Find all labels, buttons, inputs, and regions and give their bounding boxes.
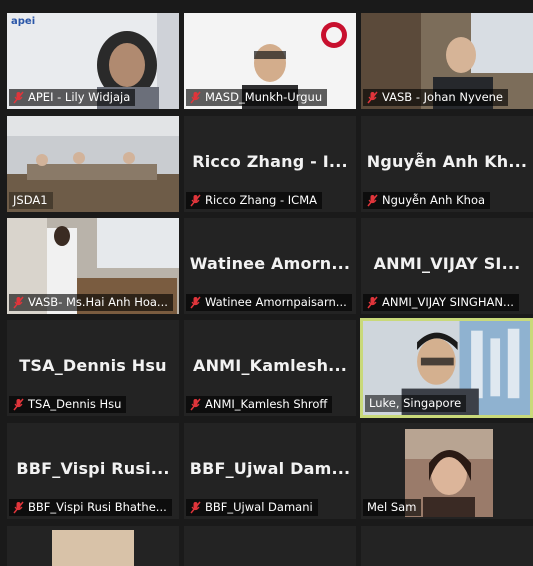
participant-name-label: Ricco Zhang - ICMA <box>186 192 322 209</box>
participant-name-label: Mel Sam <box>363 499 422 516</box>
participant-name: Watinee Amornpaisarn... <box>205 295 347 309</box>
participant-tile[interactable]: BBF_Ujwal Dam... BBF_Ujwal Damani <box>184 423 356 519</box>
mic-muted-icon <box>367 296 378 309</box>
participant-tile[interactable] <box>184 526 356 566</box>
active-speaker-tile[interactable]: Luke, Singapore <box>360 318 533 418</box>
participant-name-label: Luke, Singapore <box>365 395 467 412</box>
mic-muted-icon <box>13 398 24 411</box>
participant-tile[interactable]: JSDA1 <box>7 116 179 212</box>
participant-tile[interactable]: apei APEI - Lily Widjaja <box>7 13 179 109</box>
participant-name-label: APEI - Lily Widjaja <box>9 89 136 106</box>
apei-logo: apei <box>11 16 36 27</box>
participant-display-name: BBF_Ujwal Dam... <box>189 459 351 478</box>
participant-name: ANMI_VIJAY SINGHAN... <box>382 295 514 309</box>
participant-name: ANMI_Kamlesh Shroff <box>205 397 328 411</box>
participant-name-label: ANMI_VIJAY SINGHAN... <box>363 294 519 311</box>
mic-muted-icon <box>190 398 201 411</box>
participant-name-label: Watinee Amornpaisarn... <box>186 294 352 311</box>
participant-name-label: TSA_Dennis Hsu <box>9 396 127 413</box>
participant-name-label: VASB- Ms.Hai Anh Hoa... <box>9 294 173 311</box>
mic-muted-icon <box>190 91 201 104</box>
mic-muted-icon <box>190 296 201 309</box>
mic-muted-icon <box>13 91 24 104</box>
participant-display-name: ANMI_VIJAY SI... <box>373 254 521 273</box>
participant-name: VASB- Ms.Hai Anh Hoa... <box>28 295 168 309</box>
participant-video <box>7 526 179 566</box>
participant-display-name: Watinee Amorn... <box>189 254 351 273</box>
participant-tile[interactable]: VASB - Johan Nyvene <box>361 13 533 109</box>
participant-tile[interactable]: Mel Sam <box>361 423 533 519</box>
mic-muted-icon <box>190 194 201 207</box>
participant-tile[interactable]: ANMI_Kamlesh... ANMI_Kamlesh Shroff <box>184 320 356 416</box>
participant-name-label: Nguyễn Anh Khoa <box>363 192 491 209</box>
participant-name: BBF_Ujwal Damani <box>205 500 313 514</box>
participant-name: APEI - Lily Widjaja <box>28 90 131 104</box>
participant-name-label: ANMI_Kamlesh Shroff <box>186 396 333 413</box>
participant-tile[interactable]: Watinee Amorn... Watinee Amornpaisarn... <box>184 218 356 314</box>
participant-tile[interactable]: MASD_Munkh-Urguu <box>184 13 356 109</box>
mic-muted-icon <box>13 501 24 514</box>
participant-name: Luke, Singapore <box>369 396 462 410</box>
participant-name: TSA_Dennis Hsu <box>28 397 122 411</box>
participant-tile[interactable] <box>7 526 179 566</box>
participant-name: Nguyễn Anh Khoa <box>382 193 486 207</box>
participant-tile[interactable]: BBF_Vispi Rusi... BBF_Vispi Rusi Bhathe.… <box>7 423 179 519</box>
mic-muted-icon <box>13 296 24 309</box>
participant-tile[interactable]: Ricco Zhang - I... Ricco Zhang - ICMA <box>184 116 356 212</box>
participant-display-name: BBF_Vispi Rusi... <box>16 459 170 478</box>
participant-name: VASB - Johan Nyvene <box>382 90 504 104</box>
participant-name-label: MASD_Munkh-Urguu <box>186 89 328 106</box>
participant-name: Ricco Zhang - ICMA <box>205 193 317 207</box>
participant-display-name: ANMI_Kamlesh... <box>193 356 347 375</box>
participant-tile[interactable]: Nguyễn Anh Kh... Nguyễn Anh Khoa <box>361 116 533 212</box>
participant-tile[interactable] <box>361 526 533 566</box>
participant-name-label: VASB - Johan Nyvene <box>363 89 509 106</box>
participant-display-name: Nguyễn Anh Kh... <box>366 152 528 171</box>
participant-name: MASD_Munkh-Urguu <box>205 90 323 104</box>
participant-name: JSDA1 <box>13 193 48 207</box>
participant-tile[interactable]: ANMI_VIJAY SI... ANMI_VIJAY SINGHAN... <box>361 218 533 314</box>
participant-tile[interactable]: VASB- Ms.Hai Anh Hoa... <box>7 218 179 314</box>
participant-name: Mel Sam <box>367 500 417 514</box>
participant-display-name: Ricco Zhang - I... <box>192 152 348 171</box>
participant-tile[interactable]: TSA_Dennis Hsu TSA_Dennis Hsu <box>7 320 179 416</box>
mic-muted-icon <box>367 91 378 104</box>
gallery-grid: apei APEI - Lily Widjaja MASD_Munkh-Urgu… <box>0 0 533 566</box>
participant-name-label: BBF_Ujwal Damani <box>186 499 318 516</box>
participant-name: BBF_Vispi Rusi Bhathe... <box>28 500 167 514</box>
mic-muted-icon <box>190 501 201 514</box>
participant-display-name: TSA_Dennis Hsu <box>19 356 167 375</box>
participant-name-label: BBF_Vispi Rusi Bhathe... <box>9 499 172 516</box>
mic-muted-icon <box>367 194 378 207</box>
participant-name-label: JSDA1 <box>9 192 53 209</box>
